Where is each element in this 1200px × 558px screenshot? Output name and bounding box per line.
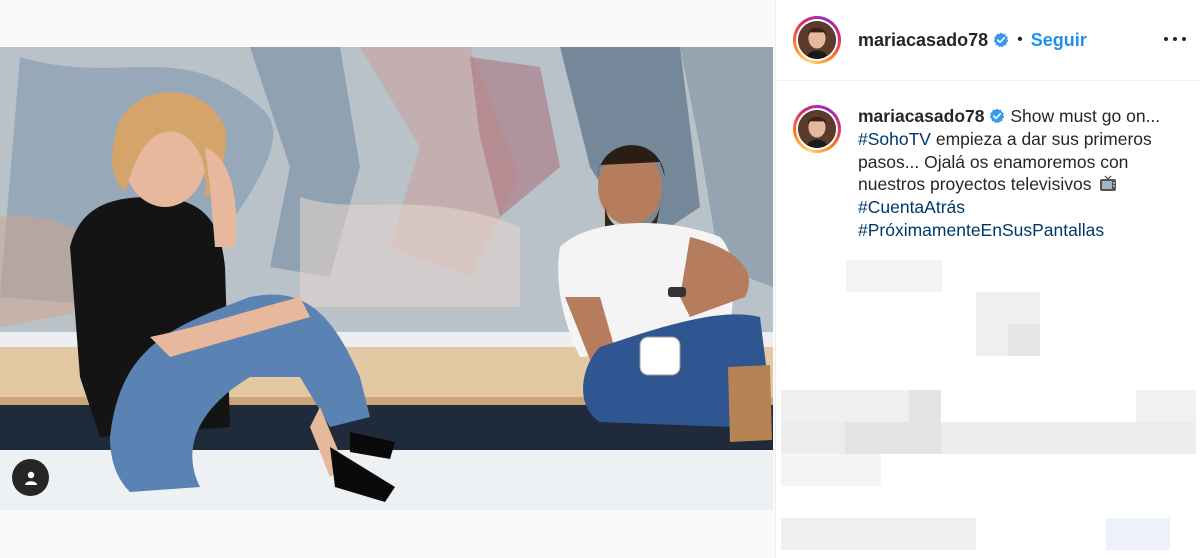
- hashtag-sohotv[interactable]: #SohoTV: [858, 129, 931, 149]
- header-username[interactable]: mariacasado78: [858, 30, 1009, 51]
- post-header: mariacasado78 • Seguir: [776, 0, 1200, 81]
- hashtag-cuenta-atras[interactable]: #CuentaAtrás: [858, 197, 965, 217]
- tagged-users-button[interactable]: [12, 459, 49, 496]
- obscured-block: [845, 422, 941, 454]
- more-dot-1: [1164, 37, 1168, 41]
- caption-text-1: Show must go on...: [1010, 106, 1161, 126]
- verified-badge-icon: [993, 32, 1009, 47]
- photo-illustration: [0, 47, 773, 510]
- caption-row: mariacasado78 Show must go on... #SohoTV…: [776, 81, 1200, 242]
- obscured-block: [909, 390, 941, 422]
- tv-emoji-icon: [1100, 175, 1117, 192]
- avatar: [798, 21, 836, 59]
- obscured-block: [781, 422, 1196, 454]
- obscured-block: [846, 260, 942, 292]
- more-dot-2: [1173, 37, 1177, 41]
- obscured-block: [781, 518, 976, 550]
- post-media-pane: [0, 0, 775, 558]
- caption-username[interactable]: mariacasado78: [858, 106, 984, 126]
- obscured-block: [1106, 518, 1170, 550]
- caption-avatar: [798, 110, 836, 148]
- hashtag-proximamente[interactable]: #PróximamenteEnSusPantallas: [858, 220, 1104, 240]
- user-tag-icon: [24, 471, 37, 485]
- more-options-icon[interactable]: [1164, 28, 1186, 50]
- caption-avatar-frame: [796, 108, 838, 150]
- caption-text: mariacasado78 Show must go on... #SohoTV…: [858, 105, 1198, 242]
- obscured-block: [1136, 390, 1196, 422]
- post-side-panel: mariacasado78 • Seguir mariacasado78 Sho…: [775, 0, 1200, 558]
- obscured-block: [781, 454, 881, 486]
- header-separator: •: [1017, 31, 1023, 48]
- story-ring[interactable]: [793, 16, 841, 64]
- verified-badge-icon: [990, 108, 1005, 124]
- header-username-text: mariacasado78: [858, 29, 989, 50]
- avatar-frame: [796, 19, 838, 61]
- caption-story-ring[interactable]: [793, 105, 841, 153]
- more-dot-3: [1182, 37, 1186, 41]
- follow-button[interactable]: Seguir: [1031, 30, 1087, 51]
- post-photo[interactable]: [0, 47, 773, 510]
- obscured-block: [1008, 324, 1040, 356]
